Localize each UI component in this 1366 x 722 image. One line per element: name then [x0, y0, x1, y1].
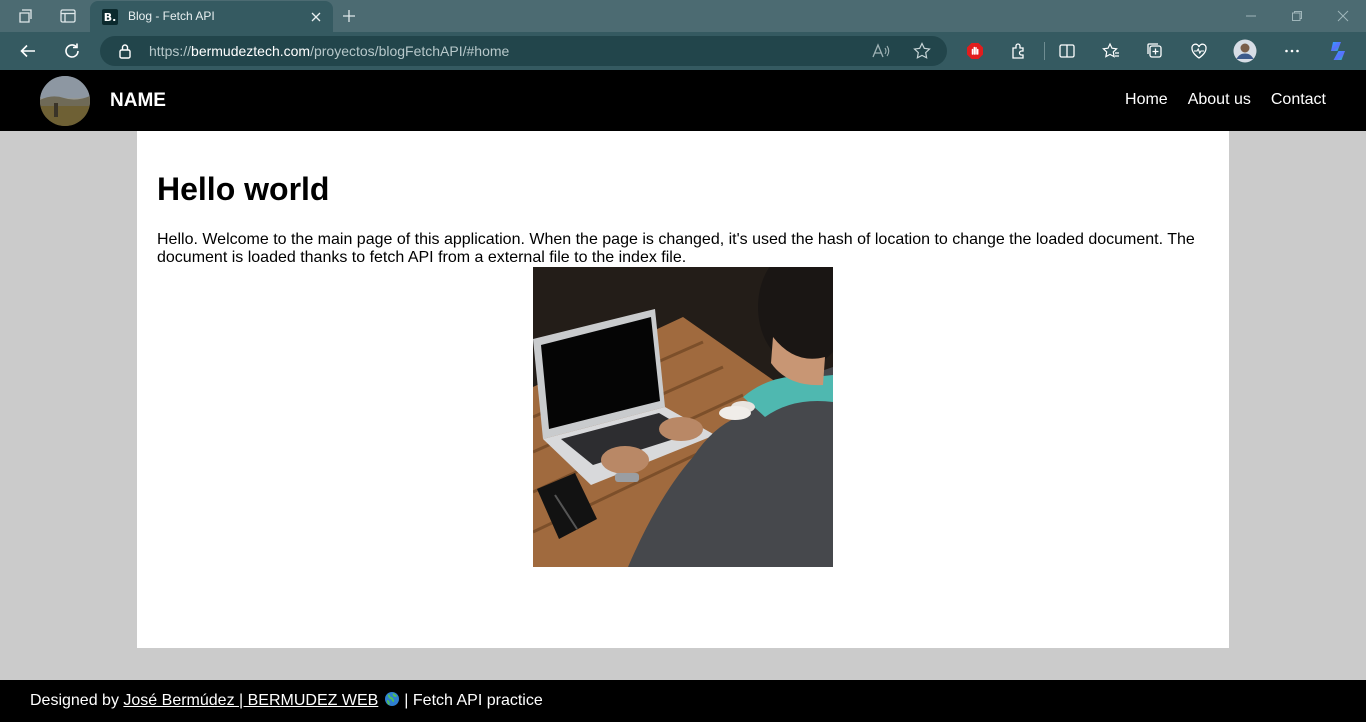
nav-link-about[interactable]: About us: [1188, 91, 1251, 109]
page-title: Hello world: [157, 171, 330, 207]
copilot-icon[interactable]: [1325, 39, 1351, 63]
url-scheme: https://: [149, 43, 192, 59]
workspaces-icon[interactable]: [12, 4, 40, 28]
browser-tab-strip: B. Blog - Fetch API: [0, 0, 1366, 32]
nav-link-contact[interactable]: Contact: [1271, 91, 1326, 109]
restore-icon[interactable]: [1282, 4, 1312, 28]
close-tab-icon[interactable]: [306, 7, 326, 27]
url-domain: bermudeztech.com: [191, 43, 311, 59]
favorite-star-icon[interactable]: [910, 40, 934, 62]
favorites-icon[interactable]: [1098, 39, 1124, 63]
new-tab-icon[interactable]: [338, 4, 360, 28]
browser-toolbar: https://bermudeztech.com/proyectos/blogF…: [0, 32, 1366, 70]
more-options-icon[interactable]: [1279, 39, 1305, 63]
footer-suffix: | Fetch API practice: [404, 692, 543, 709]
site-header: NAME Home About us Contact: [0, 70, 1366, 131]
refresh-icon[interactable]: [58, 37, 86, 65]
site-footer: Designed by José Bermúdez | BERMUDEZ WEB…: [0, 680, 1366, 722]
url-text[interactable]: https://bermudeztech.com/proyectos/blogF…: [149, 43, 509, 59]
site-name[interactable]: NAME: [110, 90, 166, 112]
vertical-tabs-icon[interactable]: [54, 4, 82, 28]
split-screen-icon[interactable]: [1054, 39, 1080, 63]
footer-prefix: Designed by: [30, 692, 119, 709]
footer-text: Designed by José Bermúdez | BERMUDEZ WEB…: [30, 691, 543, 712]
extensions-puzzle-icon[interactable]: [1006, 39, 1032, 63]
site-logo[interactable]: [40, 76, 90, 126]
read-aloud-icon[interactable]: [869, 40, 893, 62]
url-path: /proyectos/blogFetchAPI/#home: [310, 43, 510, 59]
globe-icon: [384, 691, 400, 712]
tab-title: Blog - Fetch API: [128, 9, 215, 23]
site-favicon: B.: [102, 9, 118, 25]
browser-essentials-icon[interactable]: [1186, 39, 1212, 63]
close-window-icon[interactable]: [1328, 4, 1358, 28]
laptop-photo: [533, 267, 833, 567]
toolbar-divider: [1044, 42, 1045, 60]
main-content: Hello world Hello. Welcome to the main p…: [137, 131, 1229, 648]
adblock-extension-icon[interactable]: [962, 39, 988, 63]
lock-icon[interactable]: [117, 43, 133, 59]
nav-link-home[interactable]: Home: [1125, 91, 1168, 109]
site-nav: Home About us Contact: [1125, 91, 1326, 109]
address-bar[interactable]: https://bermudeztech.com/proyectos/blogF…: [100, 36, 947, 66]
intro-paragraph: Hello. Welcome to the main page of this …: [157, 231, 1195, 266]
collections-icon[interactable]: [1142, 39, 1168, 63]
back-arrow-icon[interactable]: [14, 37, 42, 65]
footer-author-link[interactable]: José Bermúdez | BERMUDEZ WEB: [123, 692, 378, 709]
profile-avatar[interactable]: [1232, 39, 1258, 63]
minimize-icon[interactable]: [1236, 4, 1266, 28]
active-tab[interactable]: B. Blog - Fetch API: [90, 1, 333, 32]
